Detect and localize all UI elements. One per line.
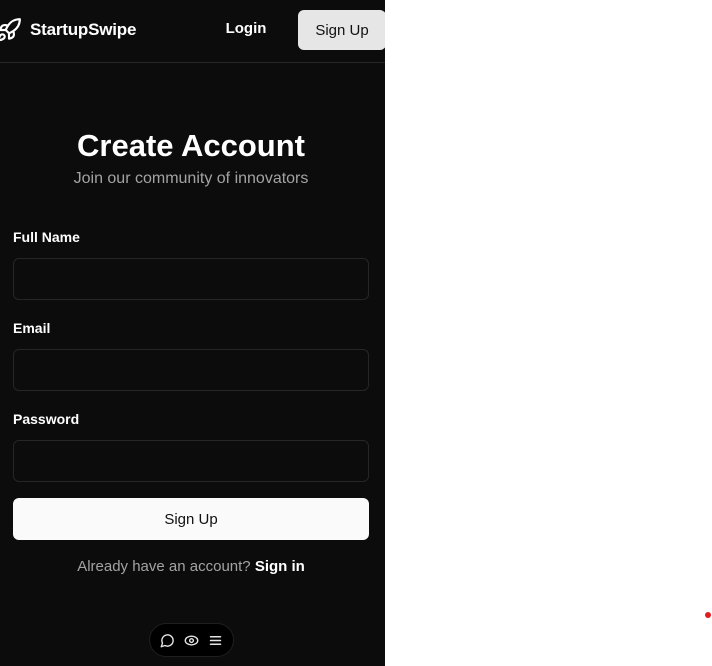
full-name-label: Full Name <box>13 229 80 245</box>
brand-name: StartupSwipe <box>30 20 137 39</box>
rocket-icon <box>0 17 22 43</box>
signin-prompt-text: Already have an account? <box>77 558 251 575</box>
full-name-input[interactable] <box>13 258 369 300</box>
page-subtitle: Join our community of innovators <box>73 170 309 187</box>
floating-toolbar <box>149 623 234 657</box>
signin-prompt: Already have an account? Sign in <box>0 558 382 575</box>
signup-panel: StartupSwipe Login Sign Up Create Accoun… <box>0 0 385 666</box>
brand[interactable]: StartupSwipe <box>0 16 136 44</box>
login-link[interactable]: Login <box>214 20 278 37</box>
page-title: Create Account <box>77 128 305 163</box>
email-input[interactable] <box>13 349 369 391</box>
email-label: Email <box>13 320 51 336</box>
top-nav: StartupSwipe Login Sign Up <box>0 0 385 63</box>
signin-link[interactable]: Sign in <box>255 558 305 575</box>
menu-icon[interactable] <box>204 628 228 652</box>
signup-submit-button[interactable]: Sign Up <box>13 498 369 540</box>
chat-bubble-icon[interactable] <box>156 628 180 652</box>
status-indicator <box>705 612 711 618</box>
password-input[interactable] <box>13 440 369 482</box>
password-label: Password <box>13 411 80 427</box>
eye-icon[interactable] <box>180 628 204 652</box>
header-signup-button[interactable]: Sign Up <box>298 10 385 50</box>
